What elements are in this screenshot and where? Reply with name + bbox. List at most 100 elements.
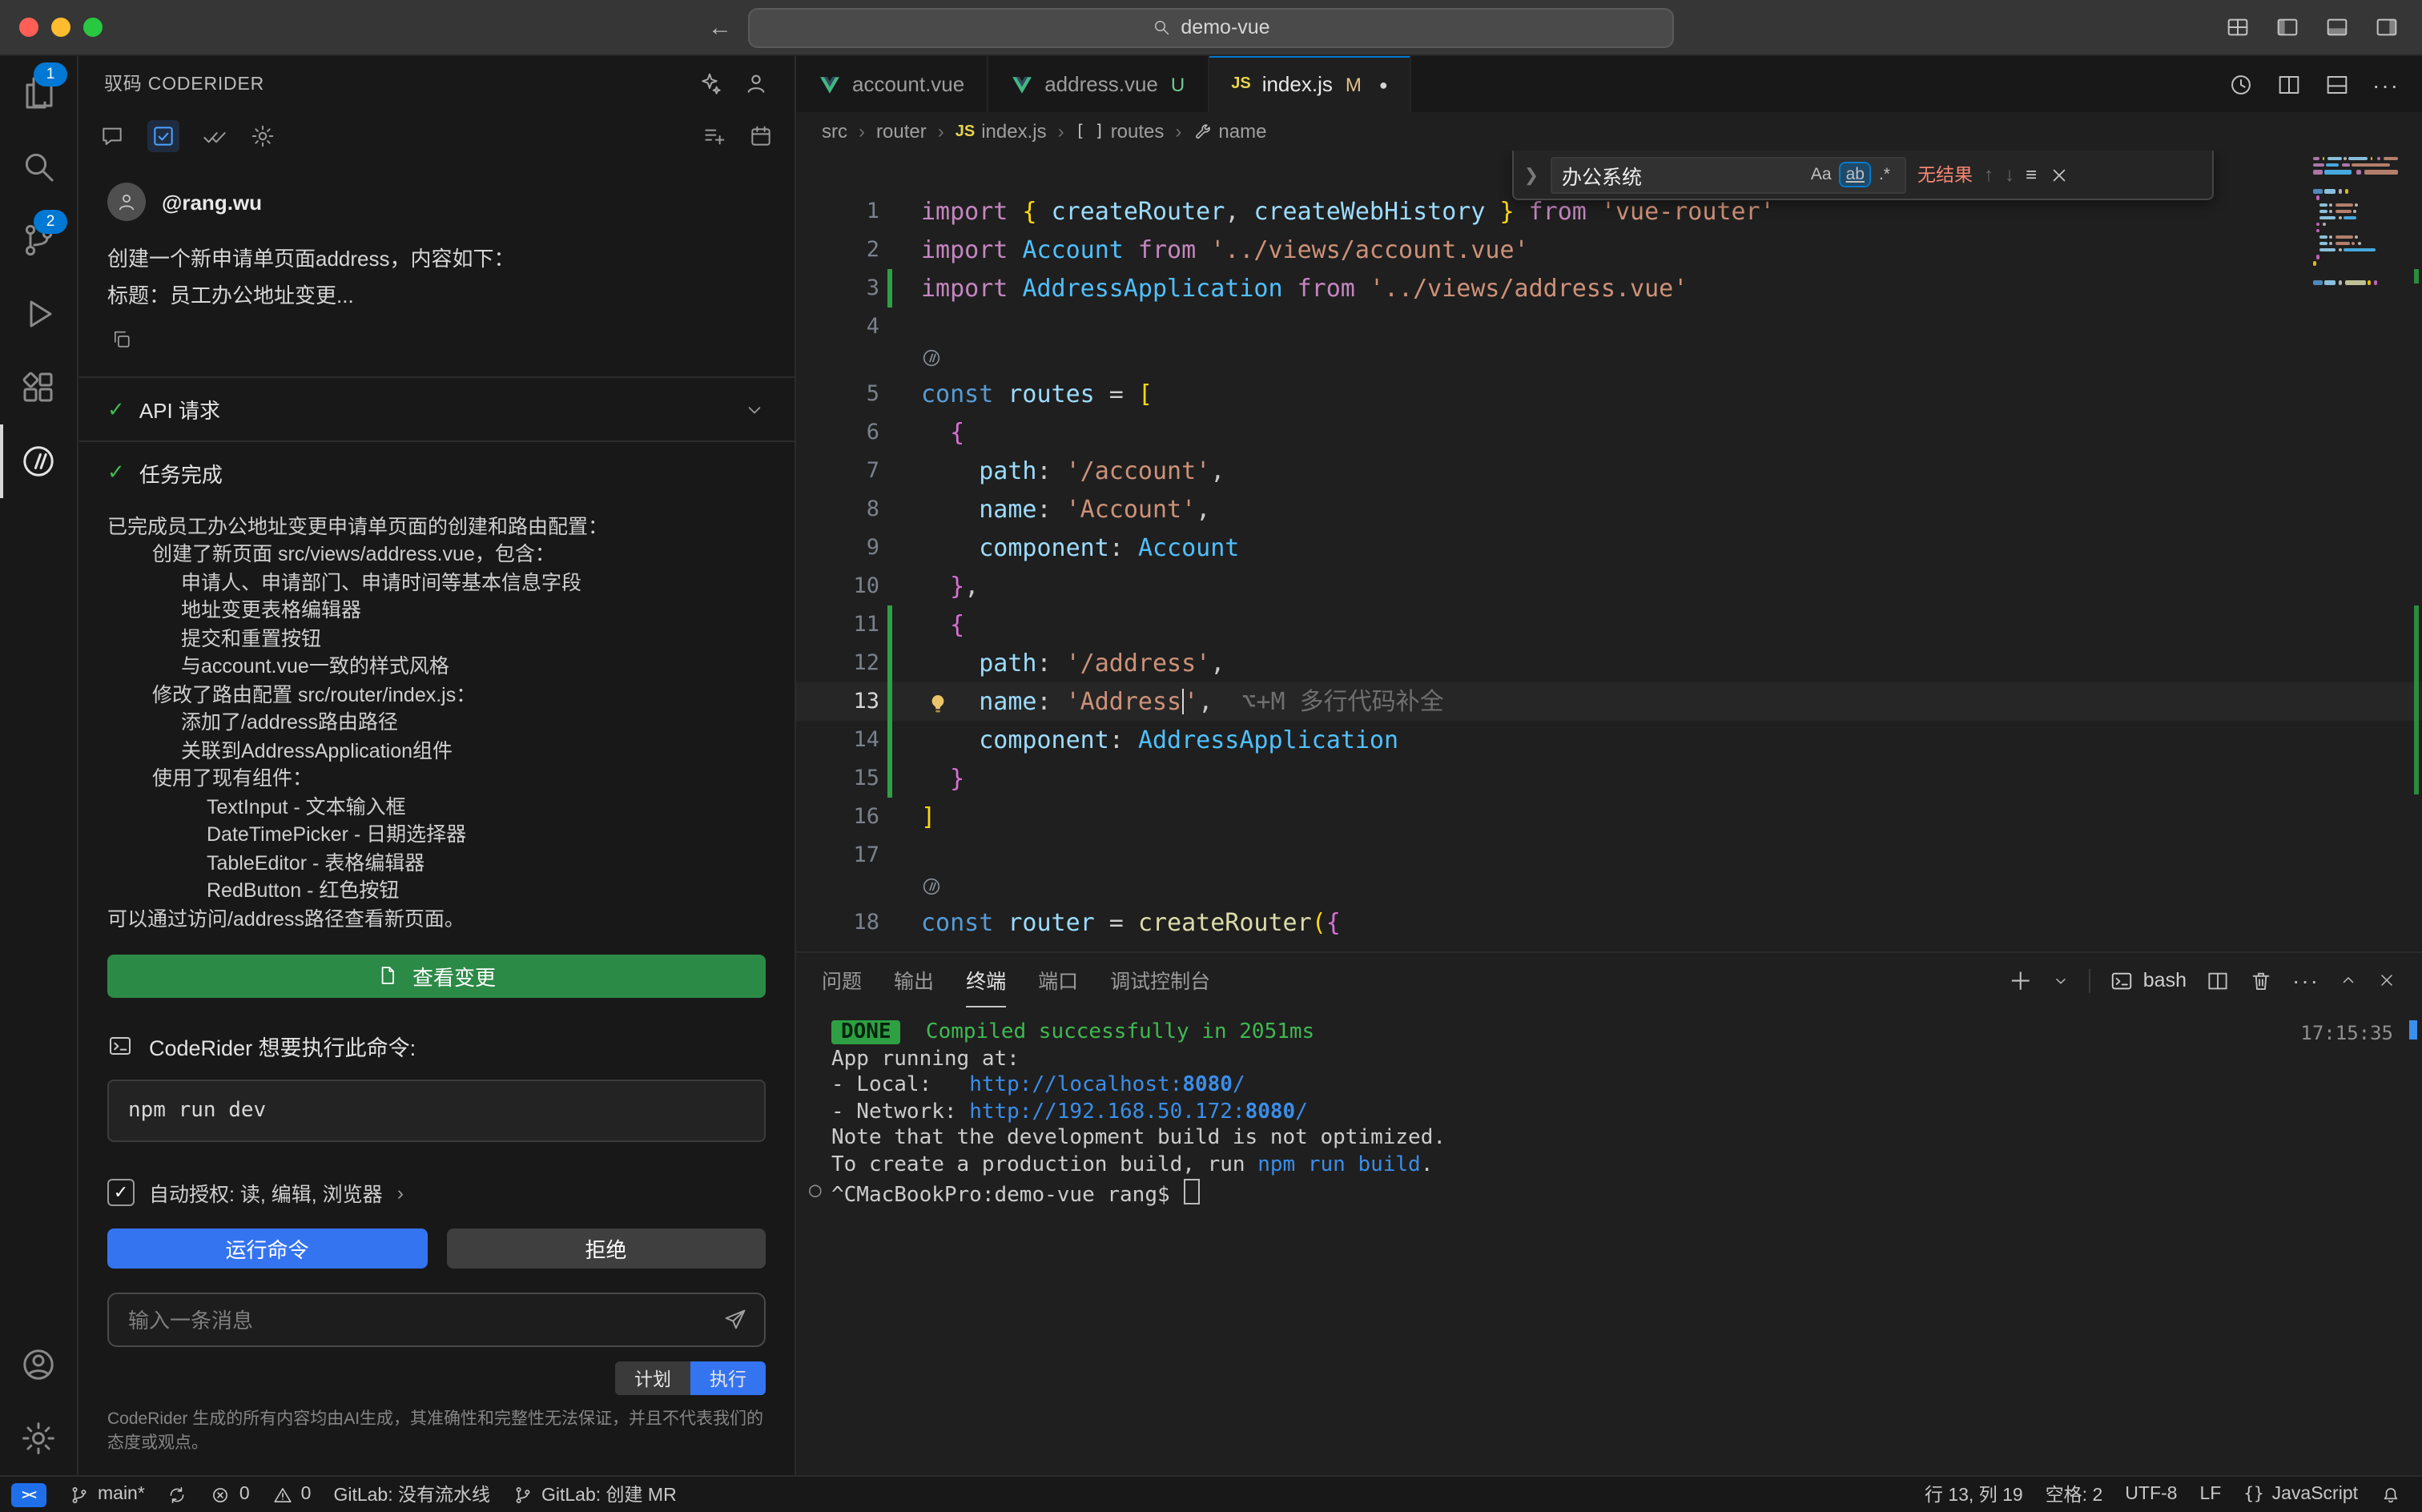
whole-word-icon[interactable]: ab [1841,163,1869,186]
code-line[interactable]: 3import AddressApplication from '../view… [796,269,2422,308]
status-item-warning-4[interactable]: 0 [261,1477,323,1512]
code-line[interactable]: 5const routes = [ [796,375,2422,413]
tab-account-vue[interactable]: account.vue [796,56,988,112]
copy-icon[interactable] [111,329,133,352]
panel-tab-3[interactable]: 端口 [1038,953,1078,1007]
close-window-button[interactable] [19,18,38,37]
activity-item-account[interactable] [0,1328,77,1401]
code-line[interactable]: 4 [796,308,2422,346]
execute-mode-button[interactable]: 执行 [690,1361,766,1395]
maximize-panel-icon[interactable] [2339,971,2358,990]
toggle-panel-layout-icon[interactable] [2324,71,2350,97]
back-icon[interactable]: ← [708,14,732,41]
activity-item-explorer[interactable]: 1 [0,56,77,130]
schedule-icon[interactable] [748,124,774,150]
chat-icon[interactable] [99,124,125,150]
timeline-history-icon[interactable] [2228,71,2254,97]
find-in-selection-icon[interactable]: ≡ [2026,163,2037,186]
activity-item-scm[interactable]: 2 [0,203,77,277]
command-box[interactable]: npm run dev [107,1079,766,1142]
code-line[interactable]: 2import Account from '../views/account.v… [796,231,2422,269]
status-item-error-3[interactable]: 0 [199,1477,261,1512]
breadcrumb-item[interactable]: JSindex.js [956,120,1047,143]
breadcrumb-item[interactable]: name [1193,120,1266,143]
status-item-branch-6[interactable]: GitLab: 创建 MR [501,1477,688,1512]
terminal-link[interactable]: http://192.168.50.172: [969,1100,1245,1124]
list-add-icon[interactable] [702,124,727,150]
panel-tab-1[interactable]: 输出 [894,953,934,1007]
tab-index-js[interactable]: JSindex.jsM● [1209,56,1412,112]
split-editor-icon[interactable] [2276,71,2302,97]
activity-item-search[interactable] [0,130,77,203]
terminal-link[interactable]: npm run build [1257,1152,1421,1176]
kill-terminal-icon[interactable] [2249,968,2273,992]
code-line[interactable]: 6 { [796,413,2422,452]
status-item-text-0[interactable]: 行 13, 列 19 [1913,1477,2034,1512]
regex-icon[interactable]: .* [1874,163,1895,186]
code-line[interactable]: 12 path: '/address', [796,644,2422,682]
minimap[interactable] [2313,157,2400,288]
activity-item-coderider[interactable] [0,424,77,498]
terminal-link[interactable]: 8080 [1245,1100,1296,1124]
status-item-text-3[interactable]: LF [2188,1477,2232,1512]
close-panel-icon[interactable] [2377,971,2396,990]
more-actions-icon[interactable]: ··· [2372,71,2400,97]
terminal-tab-bash[interactable]: bash [2110,968,2187,992]
toggle-replace-icon[interactable]: ❯ [1523,164,1539,185]
activity-item-debug[interactable] [0,277,77,351]
lightbulb-icon[interactable] [926,689,950,713]
tasks-icon[interactable] [147,121,179,153]
section-api-request[interactable]: ✓ API 请求 [78,377,795,440]
panel-tab-2[interactable]: 终端 [966,953,1006,1007]
breadcrumb-item[interactable]: src [822,120,847,143]
panel-tab-0[interactable]: 问题 [822,953,862,1007]
view-changes-button[interactable]: 查看变更 [107,955,766,997]
code-line[interactable]: 14 component: AddressApplication [796,721,2422,759]
match-case-icon[interactable]: Aa [1806,163,1837,186]
panel-tab-4[interactable]: 调试控制台 [1110,953,1210,1007]
code-line[interactable]: 9 component: Account [796,529,2422,567]
reject-button[interactable]: 拒绝 [446,1229,766,1269]
split-terminal-icon[interactable] [2206,968,2230,992]
terminal-dropdown-icon[interactable] [2052,971,2070,989]
terminal-link[interactable]: http://localhost: [969,1073,1182,1097]
auto-auth-checkbox[interactable]: ✓ [107,1180,135,1207]
status-item-remote-0[interactable]: >< [0,1477,58,1512]
terminal-link[interactable]: 8080 [1182,1073,1233,1097]
find-previous-icon[interactable]: ↑ [1984,163,1994,186]
status-item-sync-2[interactable] [156,1477,199,1512]
find-next-icon[interactable]: ↓ [2005,163,2014,186]
activity-item-extensions[interactable] [0,351,77,424]
code-line[interactable]: 8 name: 'Account', [796,490,2422,529]
section-task-done[interactable]: ✓ 任务完成 [78,440,795,504]
status-item-text-5[interactable]: GitLab: 没有流水线 [322,1477,501,1512]
terminal-output[interactable]: DONE Compiled successfully in 2051ms17:1… [796,1007,2422,1480]
status-item-braces-4[interactable]: {}JavaScript [2232,1477,2369,1512]
code-line[interactable]: 11 { [796,605,2422,644]
send-icon[interactable] [722,1307,748,1333]
checks-icon[interactable] [202,124,227,150]
code-line[interactable]: 16] [796,798,2422,836]
chevron-right-icon[interactable]: › [397,1182,404,1204]
activity-item-settings[interactable] [0,1401,77,1475]
status-item-text-2[interactable]: UTF-8 [2114,1477,2188,1512]
code-line[interactable]: 7 path: '/account', [796,452,2422,490]
customize-layout-icon[interactable] [2225,14,2251,40]
status-item-branch-1[interactable]: main* [58,1477,156,1512]
message-input[interactable] [125,1306,722,1333]
codelens-row[interactable] [796,875,2422,903]
breadcrumb-item[interactable]: [ ]routes [1076,120,1165,143]
code-line[interactable]: 17 [796,836,2422,875]
terminal-link[interactable]: / [1233,1073,1245,1097]
breadcrumb-item[interactable]: router [876,120,927,143]
settings-gear-icon[interactable] [250,124,276,150]
chevron-down-icon[interactable] [743,398,766,420]
status-item-bell-5[interactable] [2369,1477,2412,1512]
code-line[interactable]: 18const router = createRouter({ [796,903,2422,942]
ai-sparkle-icon[interactable] [697,71,722,97]
code-line[interactable]: 15 } [796,759,2422,798]
code-line[interactable]: 10 }, [796,567,2422,605]
code-line[interactable]: 13 name: 'Address', ⌥+M 多行代码补全 [796,682,2422,721]
find-input[interactable]: 办公系统 Aaab.* [1551,156,1906,193]
coderider-lens-icon[interactable] [921,876,942,897]
